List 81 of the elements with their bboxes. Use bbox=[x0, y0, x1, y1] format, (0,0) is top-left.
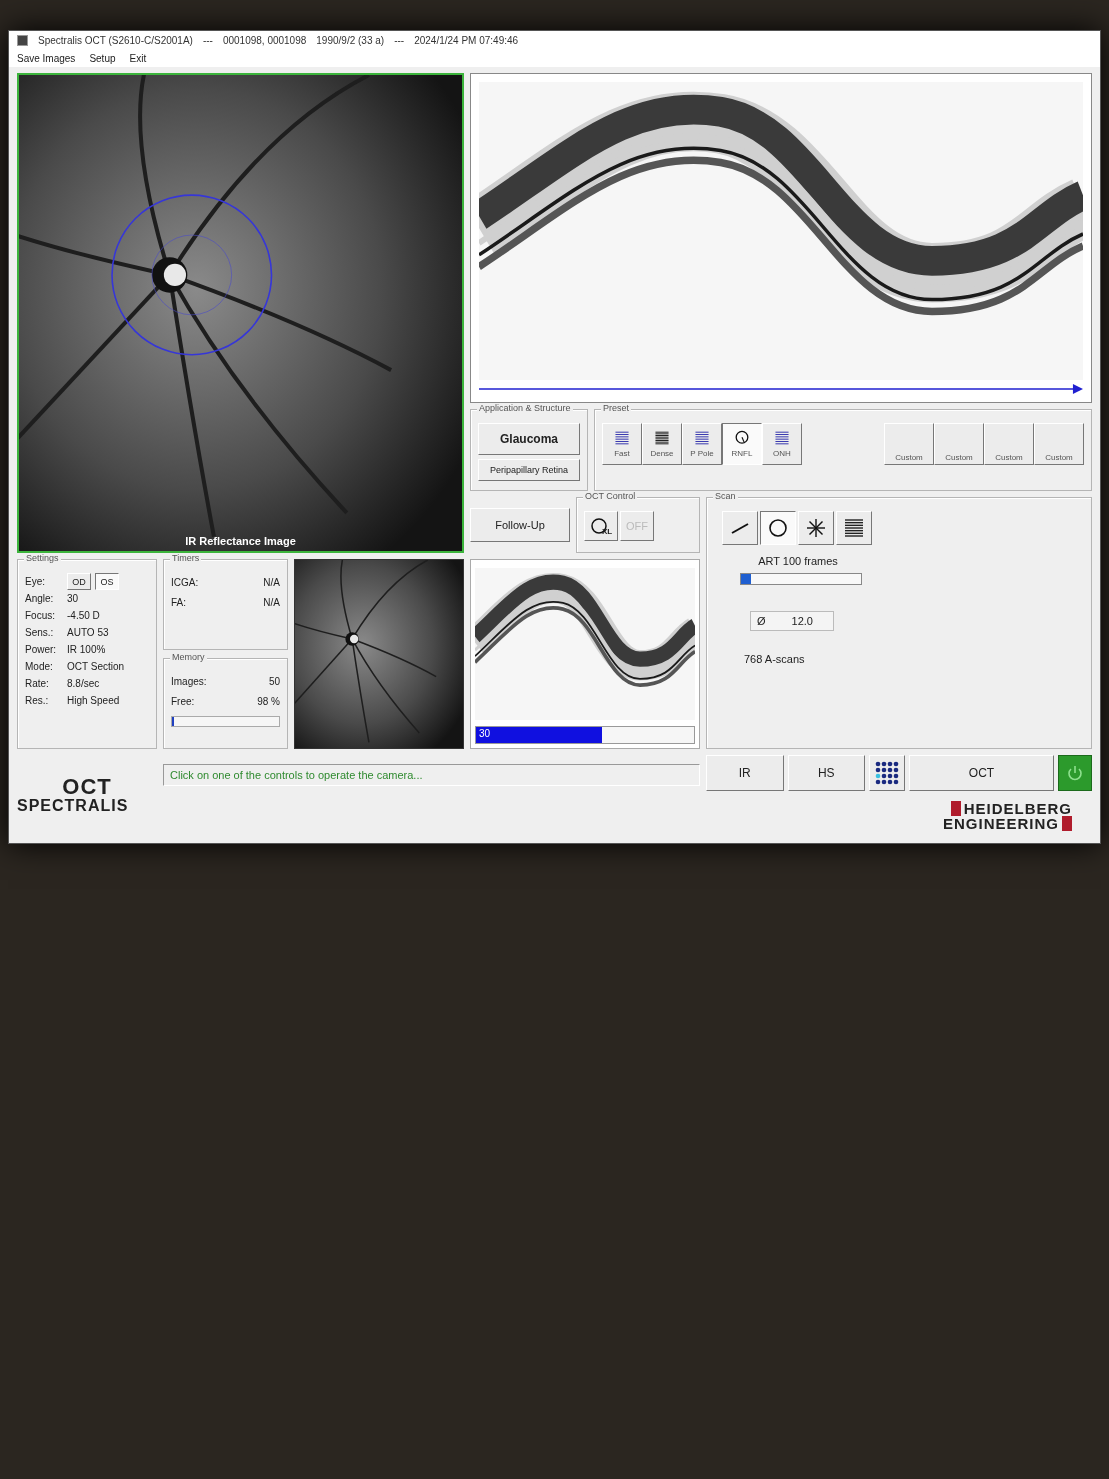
field-value: 8.8/sec bbox=[67, 677, 101, 691]
field-label: Sens.: bbox=[25, 626, 55, 640]
menu-item[interactable]: Save Images bbox=[17, 53, 76, 64]
field-label: Eye: bbox=[25, 576, 46, 587]
art-slider[interactable] bbox=[740, 573, 862, 585]
field-value: N/A bbox=[263, 576, 280, 590]
star-scan-icon bbox=[805, 517, 827, 539]
logo-text: OCT bbox=[61, 776, 113, 798]
patient-id: 0001098, 0001098 bbox=[222, 35, 307, 46]
panel-title: Settings bbox=[24, 553, 61, 563]
field-label: Res.: bbox=[25, 694, 50, 708]
circle-scan-icon bbox=[733, 430, 751, 446]
field-label: ICGA: bbox=[171, 576, 199, 590]
panel-title: OCT Control bbox=[583, 491, 638, 501]
brand-text: HEIDELBERG bbox=[950, 801, 1072, 816]
scan-pattern-button[interactable] bbox=[760, 511, 796, 545]
eye-button[interactable]: OD bbox=[67, 573, 91, 590]
field-label: Focus: bbox=[25, 609, 56, 623]
field-label: Power: bbox=[25, 643, 58, 657]
panel-title: Preset bbox=[601, 403, 631, 413]
field-value: N/A bbox=[263, 596, 280, 610]
a-scans-label: 768 A-scans bbox=[744, 653, 806, 665]
mode-button[interactable]: IR bbox=[706, 755, 784, 791]
field-value: IR 100% bbox=[67, 643, 107, 657]
brand-text: ENGINEERING bbox=[943, 816, 1072, 831]
custom-preset-button[interactable]: Custom bbox=[984, 423, 1034, 465]
field-label: Free: bbox=[171, 695, 195, 709]
field-value: 98 % bbox=[257, 695, 280, 709]
logo-text: SPECTRALIS bbox=[17, 798, 130, 814]
diameter-field[interactable]: Ø 12.0 bbox=[750, 611, 834, 631]
field-value: High Speed bbox=[67, 694, 121, 708]
birth-date: 1990/9/2 (33 a) bbox=[316, 35, 385, 46]
field-label: Rate: bbox=[25, 677, 50, 691]
preset-button[interactable]: Fast bbox=[602, 423, 642, 465]
mode-button[interactable]: OCT bbox=[909, 755, 1054, 791]
panel-title: Memory bbox=[170, 652, 207, 662]
field-value: AUTO 53 bbox=[67, 626, 110, 640]
exam-datetime: 2024/1/24 PM 07:49:46 bbox=[414, 35, 519, 46]
menu-item[interactable]: Exit bbox=[129, 53, 147, 64]
image-caption: IR Reflectance Image bbox=[184, 535, 297, 547]
diameter-symbol: Ø bbox=[757, 615, 766, 627]
xl-button[interactable]: XL bbox=[584, 511, 618, 541]
application-button[interactable]: Glaucoma bbox=[478, 423, 580, 455]
xl-label: XL bbox=[601, 526, 613, 536]
custom-preset-button[interactable]: Custom bbox=[1034, 423, 1084, 465]
field-label: Images: bbox=[171, 675, 207, 689]
app-icon bbox=[17, 35, 28, 46]
raster-scan-icon bbox=[843, 517, 865, 539]
status-message: Click on one of the controls to operate the camera... bbox=[163, 764, 700, 786]
custom-preset-button[interactable]: Custom bbox=[884, 423, 934, 465]
preset-button[interactable]: P Pole bbox=[682, 423, 722, 465]
field-value: 30 bbox=[67, 592, 80, 606]
field-label: Angle: bbox=[25, 592, 55, 606]
title-separator: --- bbox=[202, 35, 213, 46]
field-label: Mode: bbox=[25, 660, 54, 674]
preset-button[interactable]: RNFL bbox=[722, 423, 762, 465]
title-separator: --- bbox=[394, 35, 405, 46]
menu-item[interactable]: Setup bbox=[89, 53, 116, 64]
follow-up-button[interactable]: Follow-Up bbox=[470, 508, 570, 542]
structure-button[interactable]: Peripapillary Retina bbox=[478, 459, 580, 481]
panel-title: Application & Structure bbox=[477, 403, 573, 413]
window-title: Spectralis OCT (S2610-C/S2001A) bbox=[38, 35, 193, 46]
panel-title: Scan bbox=[713, 491, 738, 501]
dot-grid-icon bbox=[875, 761, 899, 785]
preset-button[interactable]: Dense bbox=[642, 423, 682, 465]
power-icon bbox=[1066, 764, 1084, 782]
mode-button[interactable]: HS bbox=[787, 755, 865, 791]
preset-button[interactable]: ONH bbox=[762, 423, 802, 465]
power-button[interactable] bbox=[1058, 755, 1092, 791]
eye-button[interactable]: OS bbox=[95, 573, 119, 590]
field-value: -4.50 D bbox=[67, 609, 101, 623]
field-value: 50 bbox=[268, 675, 280, 689]
panel-title: Timers bbox=[170, 553, 202, 563]
pattern-button[interactable] bbox=[869, 755, 905, 791]
circle-scan-icon bbox=[767, 517, 789, 539]
field-label: FA: bbox=[171, 596, 186, 610]
diameter-value: 12.0 bbox=[791, 615, 813, 627]
progress-label: 30 bbox=[479, 728, 491, 739]
custom-preset-button[interactable]: Custom bbox=[934, 423, 984, 465]
art-frames-label: ART 100 frames bbox=[757, 555, 839, 567]
field-value: OCT Section bbox=[67, 660, 126, 674]
